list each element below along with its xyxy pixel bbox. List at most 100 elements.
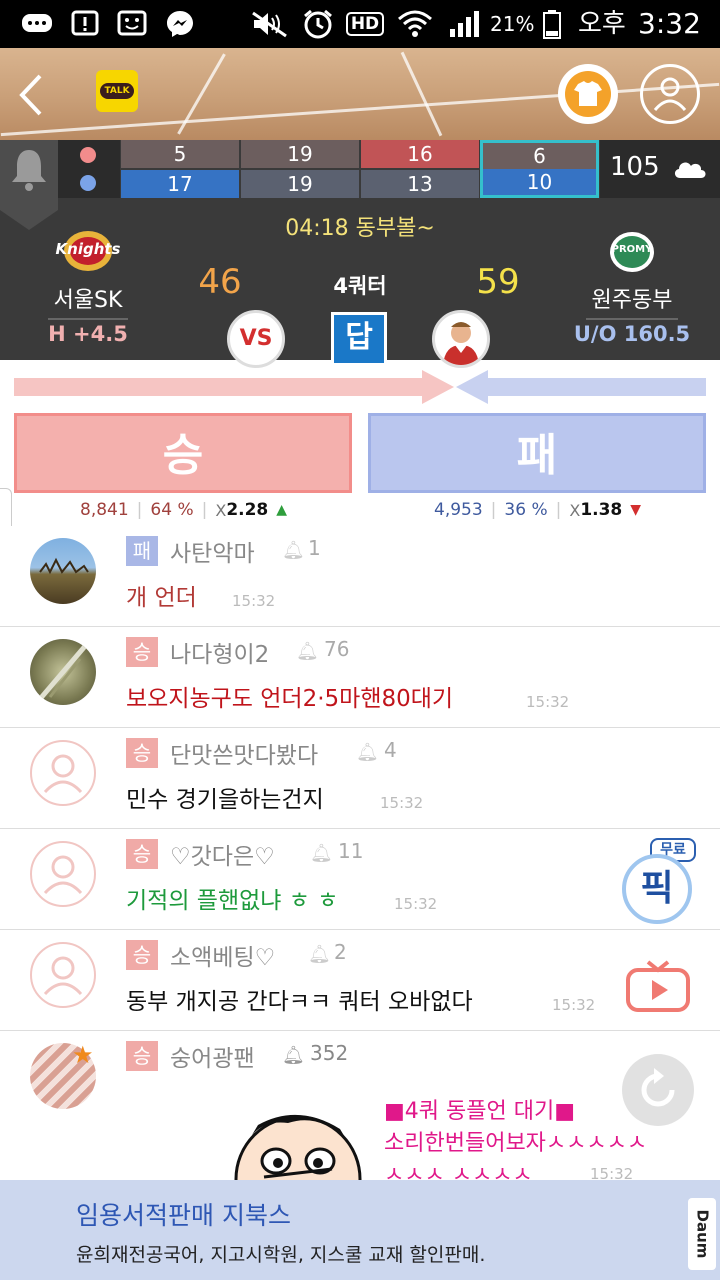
username[interactable]: 소액베팅♡ [170,938,275,972]
signal-icon [446,10,484,38]
avatar[interactable] [30,538,96,604]
bell-icon: 🔔︎ [308,944,331,965]
avatar[interactable] [30,942,96,1008]
cloud-icon [674,162,706,178]
video-button[interactable] [622,948,694,1020]
jersey-icon [565,71,611,117]
vote-badge: 승 [126,1041,158,1071]
handicap-line: H +4.5 [48,322,128,346]
over-under-line: U/O 160.5 [573,322,691,346]
divider [586,318,678,320]
lose-arrow-graphic [456,370,706,404]
q1-away: 17 [121,170,239,198]
comment-time: 15:32 [232,592,276,610]
odds-up-icon: ▲ [276,502,288,518]
away-score: 59 [476,262,520,302]
q4-home: 6 [483,143,596,169]
vote-badge: 승 [126,738,158,768]
answer-button[interactable]: 답 [331,312,387,366]
lose-odds: 1.38 [580,500,623,520]
q2-home: 19 [241,140,359,168]
alert-icon [70,10,100,38]
divider [48,318,128,320]
ad-title[interactable]: 임용서적판매 지북스 [76,1196,291,1232]
vs-button[interactable]: VS [227,310,285,368]
player-avatar-button[interactable] [432,310,490,368]
back-button[interactable] [10,70,50,120]
odds-down-icon: ▼ [630,502,642,518]
username[interactable]: 숭어광팬 [170,1039,255,1073]
win-percent: 64 % [150,500,194,520]
like-count: 1 [308,536,321,560]
comment-time: 15:32 [394,895,438,913]
comment-text: 민수 경기을하는건지 [126,787,324,813]
home-team-logo: Knights [46,226,130,276]
chat-bubble-icon [20,10,54,38]
pick-icon: 픽 [622,854,692,924]
court-line [177,53,226,135]
comment-item[interactable]: 승 소액베팅♡ 🔔︎ 2 동부 개지공 간다ㅋㅋ 쿼터 오바없다 15:32 [0,930,720,1031]
home-dot [80,147,96,163]
vote-badge: 승 [126,940,158,970]
q4-box: 6 10 [480,140,599,198]
alarm-toggle[interactable] [0,140,58,210]
comment-text-line2: 소리한번들어보자ㅅㅅㅅㅅㅅ [384,1131,648,1156]
ad-banner[interactable]: 임용서적판매 지북스 윤희재전공국어, 지고시학원, 지스쿨 교재 할인판매. … [0,1180,720,1280]
vote-badge: 패 [126,536,158,566]
court-line [400,51,443,137]
user-icon [653,77,687,111]
free-pick-button[interactable]: 무료 픽 [620,838,696,924]
daum-ad-badge[interactable]: Daum [688,1198,716,1270]
comment-item[interactable]: ★ 승 숭어광팬 🔔︎ 352 ■4쿼 동플언 대기■ 소리한번들어보자ㅅㅅㅅㅅ… [0,1031,720,1188]
username[interactable]: 나다형이2 [170,635,269,669]
bell-icon: 🔔︎ [282,540,305,561]
smiley-icon [116,10,148,38]
avatar[interactable] [30,740,96,806]
battery-icon [540,10,564,39]
bell-icon: 🔔︎ [356,742,379,763]
odds-prefix: X [215,500,227,520]
comment-item[interactable]: 승 나다형이2 🔔︎ 76 보오지농구도 언더2·5마핸80대기 15:32 [0,627,720,728]
away-team-logo: PROMY [590,226,674,276]
comment-item[interactable]: 승 단맛쓴맛다봤다 🔔︎ 4 민수 경기을하는건지 15:32 [0,728,720,829]
total-box: 105 [600,140,720,198]
kakaotalk-share-button[interactable]: TALK [96,70,138,112]
refresh-button[interactable] [622,1054,694,1126]
vote-badge: 승 [126,637,158,667]
win-count: 8,841 [80,500,129,520]
wifi-icon [396,10,434,38]
avatar[interactable] [30,841,96,907]
quarter-label: 4쿼터 [333,274,387,298]
vote-win-button[interactable]: 승 [14,413,352,493]
comment-text-line1: ■4쿼 동플언 대기■ [384,1099,575,1124]
jersey-button[interactable] [558,64,618,124]
hd-icon: HD [344,10,386,38]
q1-home: 5 [121,140,239,168]
vote-lose-button[interactable]: 패 [368,413,706,493]
comment-text: 보오지농구도 언더2·5마핸80대기 [126,686,454,712]
status-bar: HD 21% 오후 3:32 [0,0,720,48]
comment-text: 개 언더 [126,585,197,611]
bell-icon: 🔔︎ [282,1045,305,1066]
comment-text: 동부 개지공 간다ㅋㅋ 쿼터 오바없다 [126,989,473,1015]
q3-away: 13 [361,170,479,198]
bell-icon: 🔔︎ [296,641,319,662]
q3-home: 16 [361,140,479,168]
clock: 3:32 [638,7,701,40]
username[interactable]: ♡갓다은♡ [170,837,275,871]
separator: | [201,500,208,520]
username[interactable]: 사탄악마 [170,534,255,568]
home-team-name[interactable]: 서울SK [30,282,146,314]
comment-item[interactable]: 승 ♡갓다은♡ 🔔︎ 11 기적의 플핸없냐 ㅎ ㅎ 15:32 [0,829,720,930]
comment-item[interactable]: 패 사탄악마 🔔︎ 1 개 언더 15:32 [0,526,720,627]
username[interactable]: 단맛쓴맛다봤다 [170,736,318,770]
avatar[interactable] [30,639,96,705]
star-icon: ★ [72,1041,94,1069]
away-team-name[interactable]: 원주동부 [570,282,694,314]
comment-text: 기적의 플핸없냐 ㅎ ㅎ [126,888,339,914]
profile-button[interactable] [640,64,700,124]
talk-icon: TALK [100,83,134,99]
bell-icon [12,150,46,191]
refresh-icon [641,1068,675,1107]
separator: | [136,500,143,520]
